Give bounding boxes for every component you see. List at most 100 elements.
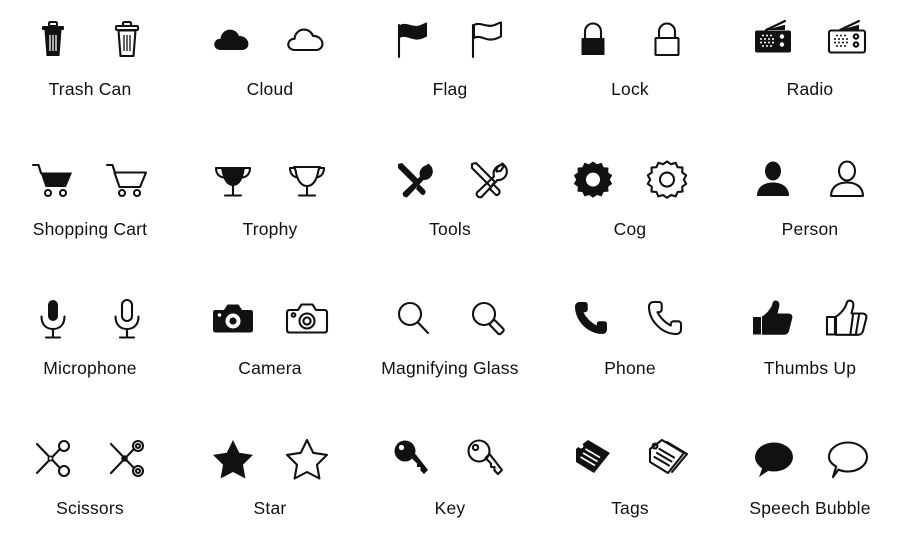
- cloud-icon-outline[interactable]: [279, 12, 335, 68]
- icon-label: Key: [435, 498, 466, 518]
- icon-variants: [565, 291, 695, 347]
- speech-bubble-icon-outline[interactable]: [819, 431, 875, 487]
- tools-icon-outline[interactable]: [459, 152, 515, 208]
- icon-variants: [745, 291, 875, 347]
- icon-variants: [565, 152, 695, 208]
- icon-variants: [385, 431, 515, 487]
- radio-icon-filled[interactable]: [745, 12, 801, 68]
- icon-cell-lock[interactable]: Lock: [540, 0, 720, 140]
- tags-icon-filled[interactable]: [565, 431, 621, 487]
- scissors-icon-outline[interactable]: [99, 431, 155, 487]
- icon-label: Shopping Cart: [33, 219, 147, 239]
- icon-label: Microphone: [43, 358, 136, 378]
- icon-label: Star: [254, 498, 287, 518]
- icon-grid: Trash Can Cloud Flag Lock: [0, 0, 900, 558]
- lock-icon-filled[interactable]: [565, 12, 621, 68]
- icon-variants: [385, 291, 515, 347]
- star-icon-filled[interactable]: [205, 431, 261, 487]
- tools-icon-filled[interactable]: [385, 152, 441, 208]
- camera-icon-filled[interactable]: [205, 291, 261, 347]
- icon-cell-magnifying-glass[interactable]: Magnifying Glass: [360, 279, 540, 419]
- icon-variants: [25, 152, 155, 208]
- icon-cell-tools[interactable]: Tools: [360, 140, 540, 280]
- scissors-icon-filled[interactable]: [25, 431, 81, 487]
- speech-bubble-icon-filled[interactable]: [745, 431, 801, 487]
- cog-icon-outline[interactable]: [639, 152, 695, 208]
- icon-cell-flag[interactable]: Flag: [360, 0, 540, 140]
- icon-variants: [25, 431, 155, 487]
- trophy-icon-outline[interactable]: [279, 152, 335, 208]
- icon-cell-shopping-cart[interactable]: Shopping Cart: [0, 140, 180, 280]
- icon-cell-star[interactable]: Star: [180, 419, 360, 558]
- phone-icon-outline[interactable]: [639, 291, 695, 347]
- cog-icon-filled[interactable]: [565, 152, 621, 208]
- icon-label: Tags: [611, 498, 649, 518]
- icon-cell-phone[interactable]: Phone: [540, 279, 720, 419]
- icon-cell-radio[interactable]: Radio: [720, 0, 900, 140]
- flag-icon-outline[interactable]: [459, 12, 515, 68]
- icon-variants: [745, 431, 875, 487]
- icon-label: Lock: [611, 79, 649, 99]
- phone-icon-filled[interactable]: [565, 291, 621, 347]
- icon-label: Camera: [238, 358, 301, 378]
- trophy-icon-filled[interactable]: [205, 152, 261, 208]
- thumbs-up-icon-filled[interactable]: [745, 291, 801, 347]
- icon-cell-key[interactable]: Key: [360, 419, 540, 558]
- flag-icon-filled[interactable]: [385, 12, 441, 68]
- icon-cell-trash-can[interactable]: Trash Can: [0, 0, 180, 140]
- trash-can-icon-outline[interactable]: [99, 12, 155, 68]
- camera-icon-outline[interactable]: [279, 291, 335, 347]
- icon-cell-cog[interactable]: Cog: [540, 140, 720, 280]
- icon-variants: [25, 12, 155, 68]
- icon-label: Trash Can: [49, 79, 132, 99]
- icon-label: Magnifying Glass: [381, 358, 518, 378]
- icon-variants: [565, 12, 695, 68]
- icon-variants: [745, 152, 875, 208]
- icon-label: Person: [782, 219, 839, 239]
- icon-variants: [565, 431, 695, 487]
- icon-label: Trophy: [242, 219, 297, 239]
- icon-variants: [745, 12, 875, 68]
- lock-icon-outline[interactable]: [639, 12, 695, 68]
- icon-cell-thumbs-up[interactable]: Thumbs Up: [720, 279, 900, 419]
- key-icon-outline[interactable]: [459, 431, 515, 487]
- thumbs-up-icon-outline[interactable]: [819, 291, 875, 347]
- icon-cell-trophy[interactable]: Trophy: [180, 140, 360, 280]
- magnifying-glass-icon-filled[interactable]: [385, 291, 441, 347]
- icon-variants: [205, 431, 335, 487]
- microphone-icon-filled[interactable]: [25, 291, 81, 347]
- icon-label: Radio: [787, 79, 834, 99]
- icon-cell-scissors[interactable]: Scissors: [0, 419, 180, 558]
- icon-variants: [25, 291, 155, 347]
- icon-variants: [205, 291, 335, 347]
- shopping-cart-icon-filled[interactable]: [25, 152, 81, 208]
- icon-label: Speech Bubble: [749, 498, 870, 518]
- icon-variants: [385, 12, 515, 68]
- icon-label: Phone: [604, 358, 656, 378]
- icon-label: Cog: [614, 219, 647, 239]
- icon-cell-speech-bubble[interactable]: Speech Bubble: [720, 419, 900, 558]
- key-icon-filled[interactable]: [385, 431, 441, 487]
- icon-label: Thumbs Up: [764, 358, 856, 378]
- icon-variants: [205, 12, 335, 68]
- microphone-icon-outline[interactable]: [99, 291, 155, 347]
- icon-cell-camera[interactable]: Camera: [180, 279, 360, 419]
- icon-cell-tags[interactable]: Tags: [540, 419, 720, 558]
- tags-icon-outline[interactable]: [639, 431, 695, 487]
- icon-cell-microphone[interactable]: Microphone: [0, 279, 180, 419]
- icon-cell-cloud[interactable]: Cloud: [180, 0, 360, 140]
- person-icon-outline[interactable]: [819, 152, 875, 208]
- radio-icon-outline[interactable]: [819, 12, 875, 68]
- cloud-icon-filled[interactable]: [205, 12, 261, 68]
- trash-can-icon-filled[interactable]: [25, 12, 81, 68]
- icon-label: Tools: [429, 219, 471, 239]
- person-icon-filled[interactable]: [745, 152, 801, 208]
- icon-cell-person[interactable]: Person: [720, 140, 900, 280]
- shopping-cart-icon-outline[interactable]: [99, 152, 155, 208]
- icon-variants: [385, 152, 515, 208]
- icon-label: Cloud: [247, 79, 294, 99]
- icon-variants: [205, 152, 335, 208]
- star-icon-outline[interactable]: [279, 431, 335, 487]
- icon-label: Scissors: [56, 498, 124, 518]
- magnifying-glass-icon-outline[interactable]: [459, 291, 515, 347]
